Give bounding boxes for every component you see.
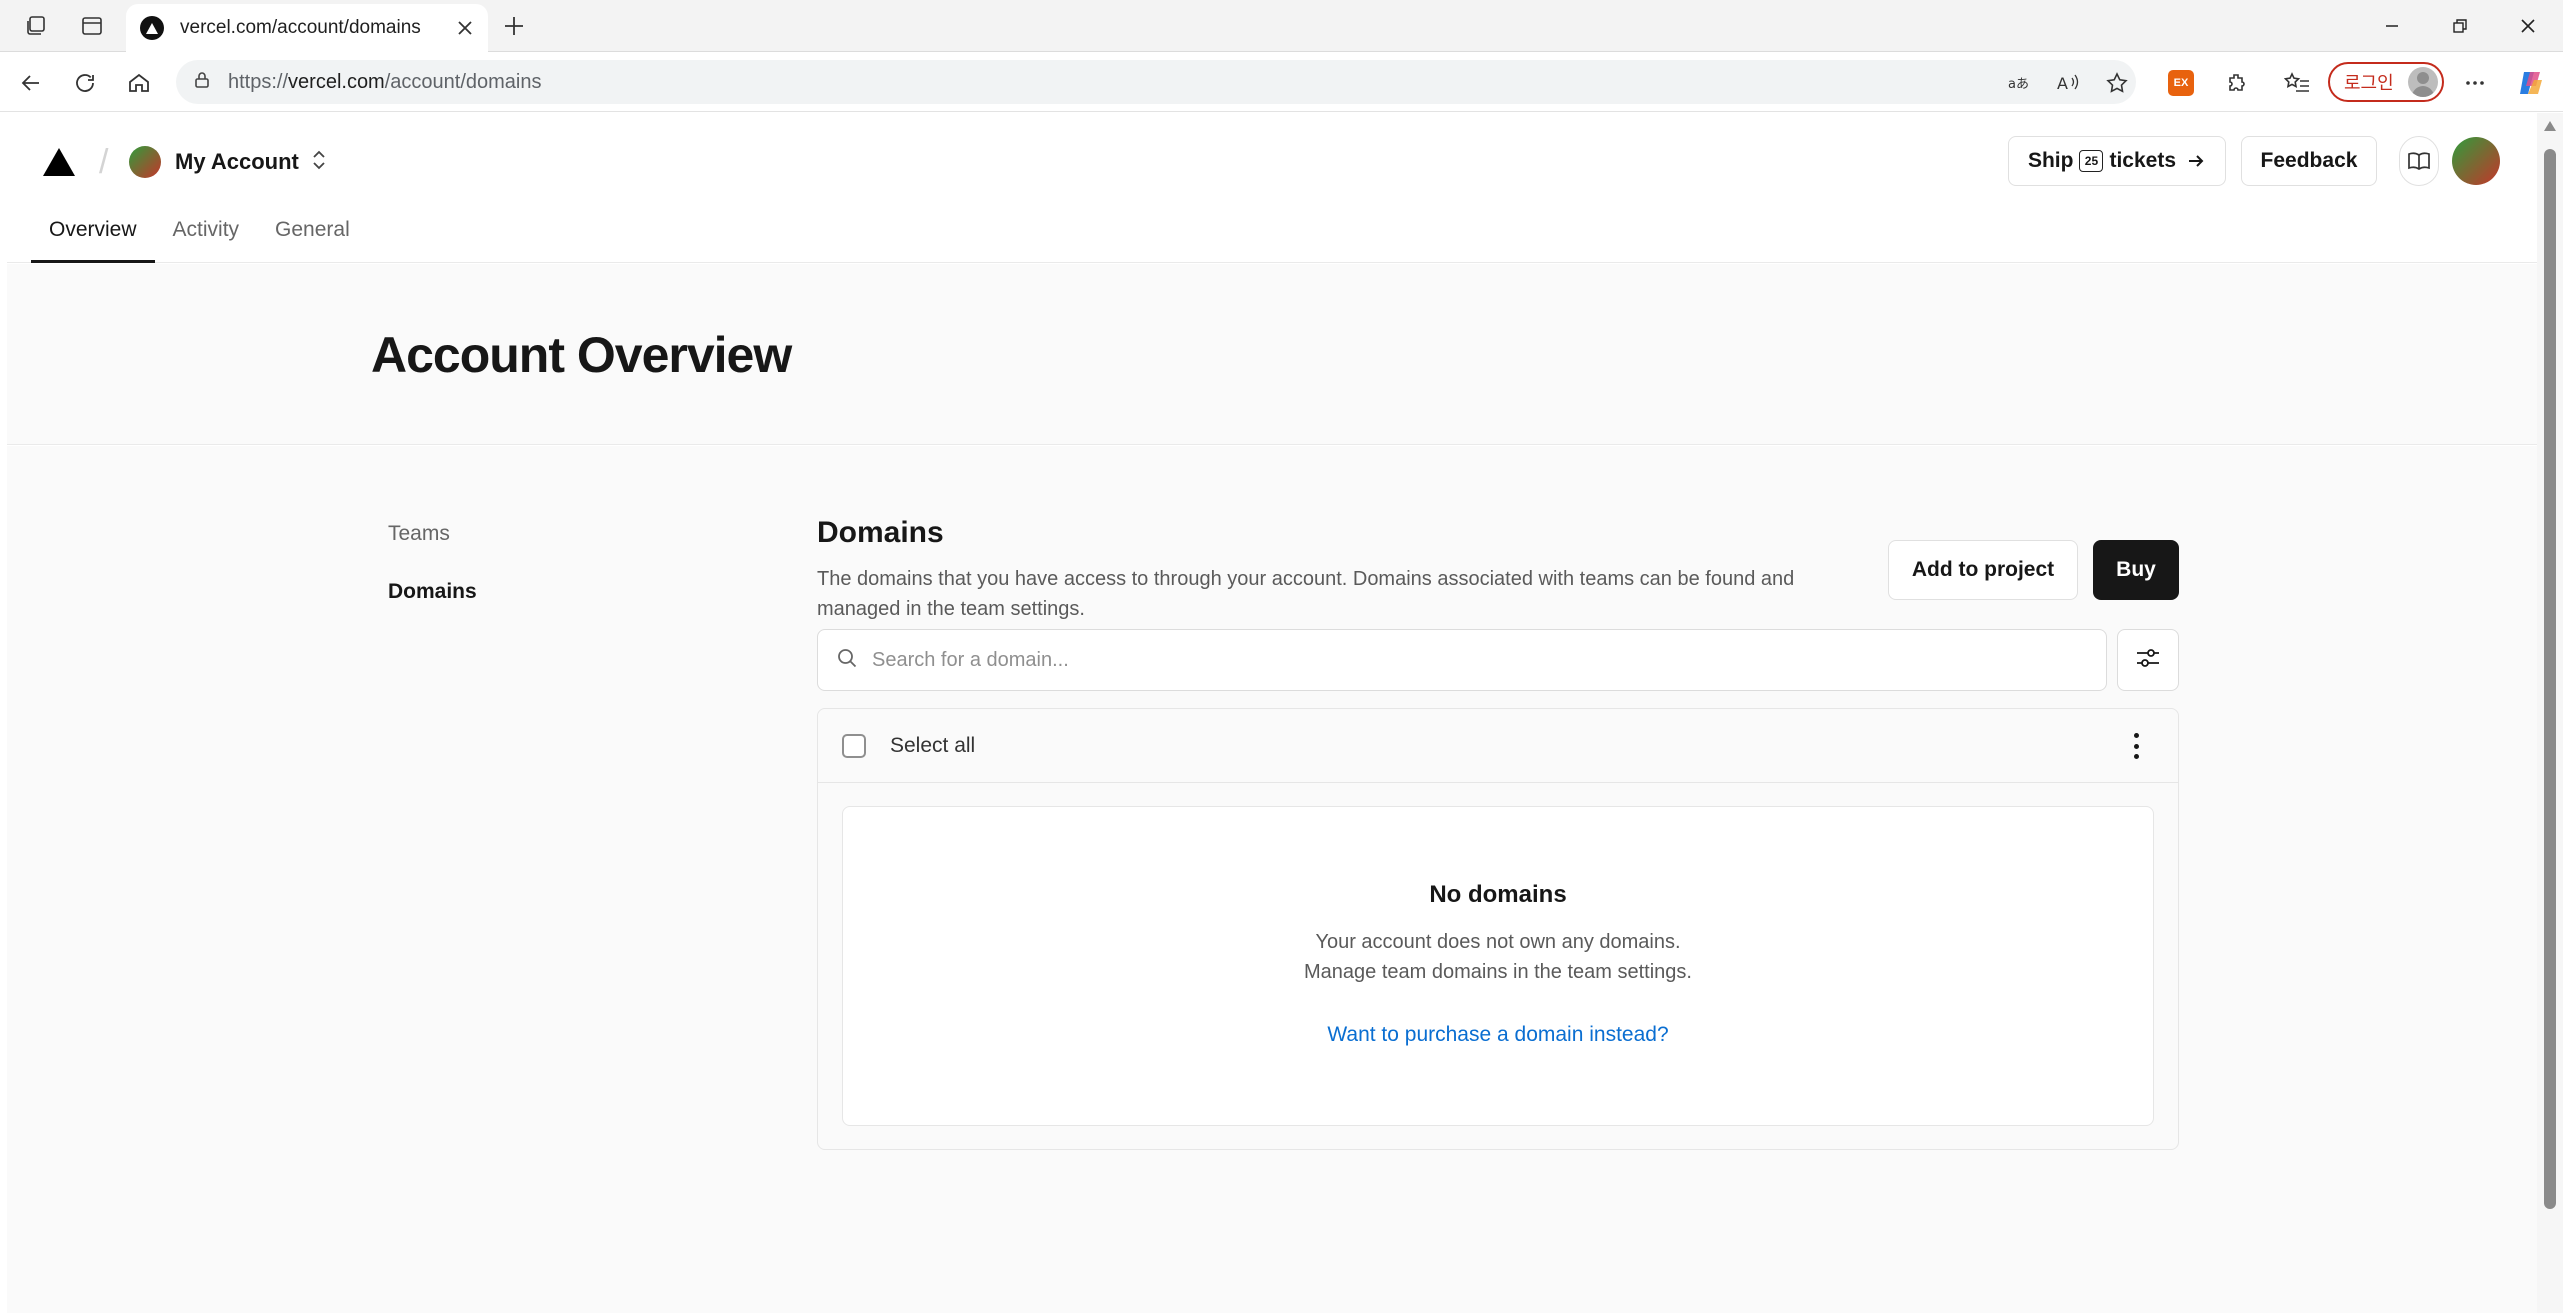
breadcrumb-separator: / — [99, 143, 109, 181]
more-options-icon[interactable] — [2460, 68, 2490, 98]
browser-nav-bar: https://vercel.com/account/domains aあ A … — [0, 52, 2563, 112]
read-aloud-icon[interactable]: A — [2054, 68, 2084, 98]
arrow-right-icon — [2186, 151, 2206, 171]
empty-title: No domains — [1429, 881, 1567, 908]
top-navigation: / My Account Ship 25 tickets Feedback Ov… — [7, 113, 2537, 263]
extension-ex-icon[interactable]: EX — [2168, 70, 2194, 96]
browser-tab-bar: vercel.com/account/domains — [0, 0, 2563, 52]
select-all-checkbox[interactable] — [842, 733, 866, 758]
select-all-label: Select all — [890, 733, 976, 757]
minimize-icon[interactable] — [2364, 0, 2420, 52]
svg-text:A: A — [2057, 74, 2068, 93]
page-header: Account Overview — [7, 264, 2537, 445]
site-info-lock-icon[interactable] — [192, 70, 212, 95]
tab-title: vercel.com/account/domains — [180, 17, 421, 38]
vertical-tabs-icon[interactable] — [78, 12, 106, 40]
page-scrollbar[interactable] — [2537, 113, 2563, 1313]
url-path: /account/domains — [384, 70, 542, 93]
domains-section: Domains The domains that you have access… — [817, 516, 2179, 1150]
ship-label: Ship — [2027, 149, 2074, 172]
ship-tickets-button[interactable]: Ship 25 tickets — [2008, 136, 2226, 186]
empty-line-2: Manage team domains in the team settings… — [1304, 961, 1692, 983]
sidebar-item-teams[interactable]: Teams — [388, 522, 477, 546]
tab-overview[interactable]: Overview — [31, 206, 155, 263]
domains-list: Select all No domains Your account does … — [817, 708, 2179, 1150]
domains-description: The domains that you have access to thro… — [817, 568, 1795, 620]
purchase-domain-link[interactable]: Want to purchase a domain instead? — [843, 1023, 2153, 1047]
filter-button[interactable] — [2117, 629, 2179, 691]
docs-book-icon[interactable] — [2399, 136, 2439, 186]
home-icon[interactable] — [124, 68, 154, 98]
extension-badge-text: EX — [2173, 77, 2189, 89]
tab-close-icon[interactable] — [456, 13, 474, 44]
address-bar[interactable]: https://vercel.com/account/domains — [176, 60, 2136, 104]
favorite-star-icon[interactable] — [2102, 68, 2132, 98]
copilot-icon[interactable] — [2514, 66, 2548, 100]
ship-badge: 25 — [2079, 150, 2104, 172]
tab-general[interactable]: General — [257, 206, 368, 263]
vercel-page: / My Account Ship 25 tickets Feedback Ov… — [7, 113, 2537, 1313]
search-placeholder: Search for a domain... — [872, 648, 1069, 671]
domain-search-input[interactable]: Search for a domain... — [817, 629, 2107, 691]
tab-activity[interactable]: Activity — [155, 206, 258, 263]
account-name: My Account — [175, 149, 299, 174]
empty-line-1: Your account does not own any domains. — [1315, 931, 1681, 953]
side-navigation: Teams Domains — [388, 522, 477, 638]
page-title: Account Overview — [371, 327, 792, 383]
list-header: Select all — [818, 709, 2178, 783]
svg-text:aあ: aあ — [2008, 77, 2029, 92]
restore-icon[interactable] — [2432, 0, 2488, 52]
scrollbar-thumb[interactable] — [2544, 149, 2556, 1209]
tab-list: Overview Activity General — [31, 206, 368, 263]
content-area: Teams Domains Domains The domains that y… — [7, 446, 2537, 1313]
user-avatar[interactable] — [2452, 137, 2500, 185]
account-switcher[interactable]: My Account — [129, 144, 327, 180]
url-text: https://vercel.com/account/domains — [228, 71, 542, 94]
profile-login-button[interactable]: 로그인 — [2328, 62, 2444, 102]
feedback-button[interactable]: Feedback — [2241, 136, 2377, 186]
translate-icon[interactable]: aあ — [2006, 68, 2036, 98]
chevron-up-down-icon — [311, 149, 327, 176]
more-vertical-icon[interactable] — [2126, 733, 2146, 759]
url-host: vercel.com — [288, 70, 385, 93]
account-avatar — [129, 146, 161, 178]
sidebar-item-domains[interactable]: Domains — [388, 580, 477, 604]
vercel-favicon-icon — [140, 16, 164, 40]
workspaces-icon[interactable] — [22, 12, 50, 40]
url-prefix: https:// — [228, 70, 289, 93]
profile-login-label: 로그인 — [2344, 73, 2394, 93]
favorites-list-icon[interactable] — [2282, 68, 2312, 98]
add-to-project-button[interactable]: Add to project — [1888, 540, 2078, 600]
tickets-label: tickets — [2109, 149, 2177, 172]
feedback-label: Feedback — [2260, 149, 2358, 172]
new-tab-icon[interactable] — [500, 12, 528, 40]
search-icon — [836, 647, 858, 674]
browser-tab-active[interactable]: vercel.com/account/domains — [126, 4, 488, 52]
empty-state: No domains Your account does not own any… — [842, 806, 2154, 1126]
back-icon[interactable] — [16, 68, 46, 98]
refresh-icon[interactable] — [70, 68, 100, 98]
scroll-up-icon[interactable] — [2544, 121, 2556, 131]
sliders-filter-icon — [2134, 644, 2162, 677]
vercel-logo-icon[interactable] — [43, 148, 75, 181]
buy-button[interactable]: Buy — [2093, 540, 2179, 600]
window-close-icon[interactable] — [2500, 0, 2556, 52]
empty-description: Your account does not own any domains. M… — [843, 927, 2153, 987]
profile-avatar-icon — [2408, 67, 2438, 97]
extensions-puzzle-icon[interactable] — [2222, 68, 2252, 98]
